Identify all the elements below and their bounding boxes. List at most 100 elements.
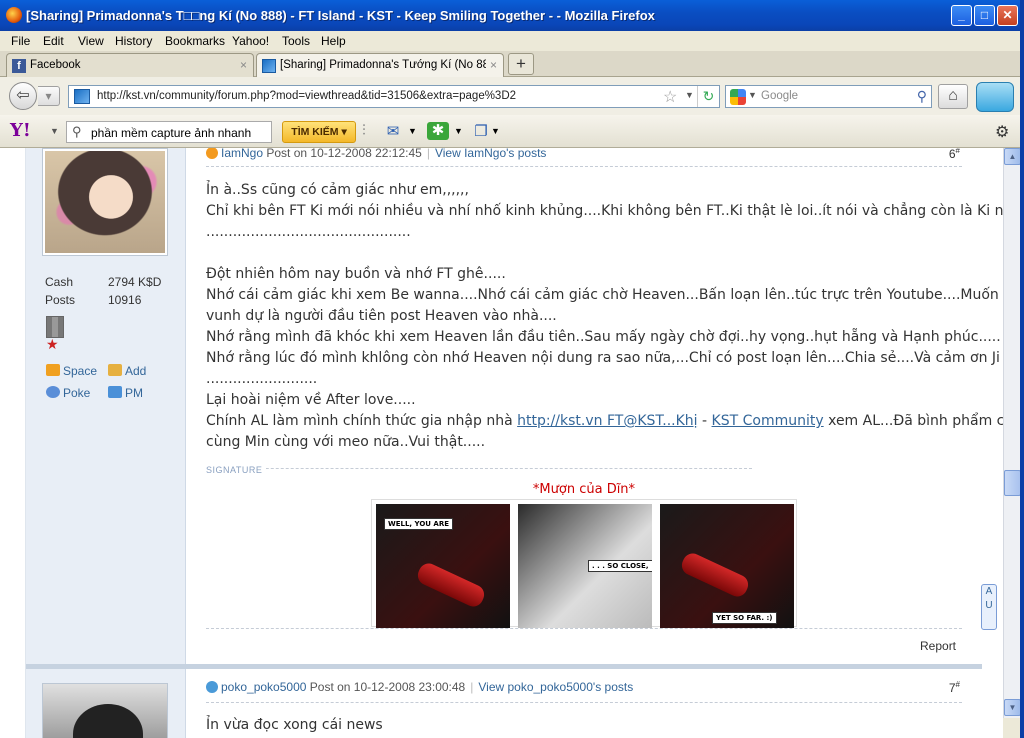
forward-dropdown-button[interactable]: ▾: [38, 86, 60, 106]
yahoo-logo[interactable]: Y!: [10, 120, 31, 141]
report-link[interactable]: Report: [920, 639, 956, 653]
kst-community-link[interactable]: KST Community: [712, 413, 824, 429]
tab-close-icon[interactable]: ×: [240, 58, 247, 72]
bookmarks-dropdown-icon[interactable]: ▼: [491, 126, 500, 145]
pm-link[interactable]: PM: [108, 386, 143, 400]
gear-icon[interactable]: ⚙: [995, 122, 1009, 142]
search-placeholder[interactable]: Google: [761, 90, 798, 102]
posts-value: 10916: [108, 293, 142, 307]
chevron-down-icon: ▾: [45, 89, 52, 103]
yahoo-search-value[interactable]: phần mềm capture ảnh nhanh: [91, 126, 251, 140]
scroll-thumb[interactable]: [1004, 470, 1021, 496]
signature-label: SIGNATURE: [206, 465, 267, 475]
yahoo-menu-dropdown-icon[interactable]: ▼: [50, 126, 59, 136]
close-window-button[interactable]: ✕: [997, 5, 1018, 26]
poke-link[interactable]: Poke: [46, 386, 90, 400]
avatar[interactable]: [42, 683, 168, 738]
menu-bar: File Edit View History Bookmarks Yahoo! …: [0, 31, 1024, 51]
post-number[interactable]: 6#: [949, 148, 960, 161]
mail-icon[interactable]: ✉: [382, 122, 404, 141]
post-number[interactable]: 7#: [949, 680, 960, 695]
guitar-graphic: [414, 560, 488, 610]
messenger-icon[interactable]: ✱: [427, 122, 449, 140]
vertical-scrollbar[interactable]: ▲ ▼: [1003, 148, 1021, 718]
google-engine-icon[interactable]: [730, 89, 746, 105]
post-number-value: 7: [948, 681, 956, 695]
menu-file[interactable]: File: [11, 34, 30, 48]
scroll-up-arrow[interactable]: ▲: [1004, 148, 1021, 165]
kst-site-icon: [262, 59, 276, 73]
menu-yahoo[interactable]: Yahoo!: [232, 34, 269, 48]
space-link[interactable]: Space: [46, 364, 97, 378]
back-button[interactable]: ⇦: [9, 82, 37, 110]
post-line-text: Chính AL làm mình chính thức gia nhập nh…: [206, 413, 518, 429]
mail-dropdown-icon[interactable]: ▼: [408, 126, 417, 145]
url-text[interactable]: http://kst.vn/community/forum.php?mod=vi…: [97, 90, 516, 102]
post-line-links: Chính AL làm mình chính thức gia nhập nh…: [206, 411, 1003, 432]
menu-history[interactable]: History: [115, 34, 152, 48]
handshake-icon: [108, 364, 122, 376]
messenger-dropdown-icon[interactable]: ▼: [454, 126, 463, 145]
yahoo-search-input[interactable]: ⚲ phần mềm capture ảnh nhanh: [66, 121, 272, 143]
signature-caption: WELL, YOU ARE: [384, 518, 454, 530]
home-icon: [46, 364, 60, 376]
avatar[interactable]: [42, 148, 168, 256]
back-arrow-icon: ⇦: [16, 87, 30, 104]
signature-title: *Mượn của Dĩn*: [532, 482, 636, 497]
tab-facebook[interactable]: f Facebook ×: [6, 53, 254, 77]
side-tool-button[interactable]: AU: [981, 584, 997, 630]
scroll-down-arrow[interactable]: ▼: [1004, 699, 1021, 716]
menu-edit[interactable]: Edit: [43, 34, 64, 48]
home-button[interactable]: ⌂: [938, 84, 968, 109]
star-icon: ★: [46, 336, 59, 352]
view-posts-link[interactable]: View poko_poko5000's posts: [478, 680, 633, 694]
post-number-sup: #: [955, 148, 960, 155]
yahoo-toolbar: Y! ▼ ⚲ phần mềm capture ảnh nhanh TÌM KI…: [0, 115, 1024, 148]
window-titlebar: [Sharing] Primadonna's T□□ng Kí (No 888)…: [0, 0, 1024, 31]
bookmarks-icon[interactable]: ❐: [472, 122, 490, 141]
url-bar[interactable]: http://kst.vn/community/forum.php?mod=vi…: [68, 85, 720, 108]
search-bar[interactable]: ▼ Google ⚲: [725, 85, 932, 108]
signature-bottom-divider: [206, 628, 962, 629]
reload-icon[interactable]: ↻: [697, 86, 719, 107]
view-posts-link[interactable]: View IamNgo's posts: [435, 148, 546, 160]
post-line: .........................: [206, 371, 318, 387]
post-line: Chỉ khi bên FT Ki mới nói nhiều và nhí n…: [206, 203, 1003, 219]
post-body: Ỉn vừa đọc xong cái news: [206, 715, 966, 736]
signature-caption: YET SO FAR. :): [712, 612, 777, 624]
tab-kst-thread[interactable]: [Sharing] Primadonna's Tướng Kí (No 888.…: [256, 53, 504, 78]
add-friend-link[interactable]: Add: [108, 364, 146, 378]
firefox-logo-icon: [6, 7, 22, 23]
author-link[interactable]: poko_poko5000: [221, 680, 306, 694]
search-magnifier-icon[interactable]: ⚲: [917, 88, 927, 105]
kst-ft-link[interactable]: http://kst.vn FT@KST...Khị: [517, 413, 697, 429]
window-frame: [1020, 0, 1024, 738]
post-author-sidebar: Cash 2794 K$D Posts 10916 ★ Space Add Po…: [26, 148, 186, 664]
post-line: ........................................…: [206, 224, 411, 240]
post-meta: poko_poko5000 Post on 10-12-2008 23:00:4…: [206, 680, 966, 694]
engine-dropdown-icon[interactable]: ▼: [748, 90, 757, 100]
maximize-button[interactable]: □: [974, 5, 995, 26]
signature-panel: . . . SO CLOSE,: [518, 504, 652, 628]
toolbar-separator-icon: ⫶: [362, 122, 366, 139]
menu-view[interactable]: View: [78, 34, 104, 48]
bookmark-star-icon[interactable]: ☆: [663, 87, 677, 107]
signature-panel: WELL, YOU ARE: [376, 504, 510, 628]
site-identity-icon[interactable]: [74, 89, 90, 104]
post-line: Ỉn vừa đọc xong cái news: [206, 717, 383, 733]
envelope-icon: [108, 386, 122, 398]
new-tab-button[interactable]: +: [508, 53, 534, 75]
minimize-button[interactable]: _: [951, 5, 972, 26]
skype-icon[interactable]: [976, 82, 1014, 112]
yahoo-search-button[interactable]: TÌM KIẾM ▾: [282, 121, 356, 143]
post-line: Đột nhiên hôm nay buồn và nhớ FT ghê....…: [206, 266, 506, 282]
menu-help[interactable]: Help: [321, 34, 346, 48]
post-line: cùng Min cùng với meo nữa..Vui thật.....: [206, 434, 486, 450]
home-icon: ⌂: [948, 87, 958, 104]
menu-tools[interactable]: Tools: [282, 34, 310, 48]
tab-close-icon[interactable]: ×: [490, 58, 497, 72]
facebook-icon: f: [12, 59, 26, 73]
author-link[interactable]: IamNgo: [221, 148, 263, 160]
menu-bookmarks[interactable]: Bookmarks: [165, 34, 225, 48]
url-history-dropdown-icon[interactable]: ▼: [685, 90, 694, 100]
